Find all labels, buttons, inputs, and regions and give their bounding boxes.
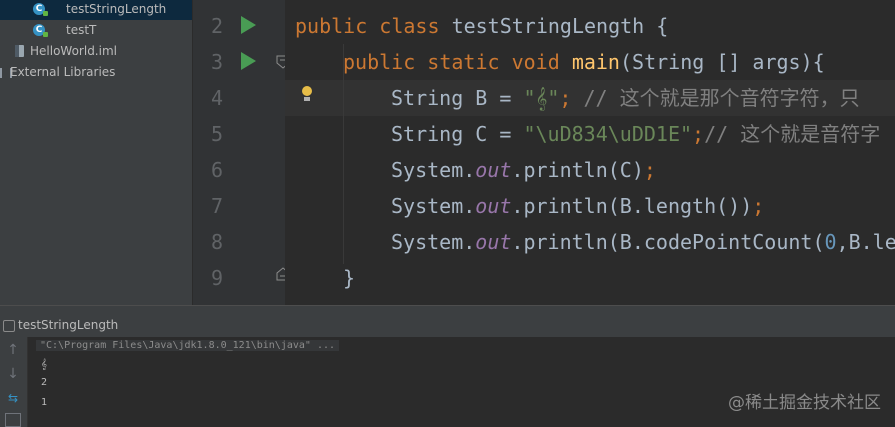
declaration: String C = [391,122,524,146]
code-line-4: String B = "𝄞"; // 这个就是那个音符字符，只 [391,80,860,116]
class-name: testStringLength [451,14,645,38]
arrow-down-icon[interactable]: ↓ [4,365,22,383]
tree-item-helloworld-iml[interactable]: HelloWorld.iml [0,41,192,62]
intention-bulb-icon[interactable] [302,86,312,101]
run-tab-label[interactable]: testStringLength [18,318,118,332]
run-config-icon [3,320,15,332]
editor-gutter: 2 3 4 5 6 7 8 9 10 [192,0,290,326]
brace: } [343,266,356,290]
code-text: ,B.le [836,230,895,254]
run-class-icon[interactable] [241,16,256,34]
declaration: String B = [391,86,524,110]
tree-item-external-libraries[interactable]: External Libraries [0,62,192,83]
watermark: @稀土掘金技术社区 [728,393,881,413]
console-output-line: 𝄞 [41,359,47,370]
line-number: 6 [210,158,223,182]
params: (String [] args){ [619,50,825,74]
run-tool-window-header: testStringLength [0,305,895,338]
code-line-7: System.out.println(B.length()); [391,188,764,224]
semicolon: ; [752,194,765,218]
keyword: static [427,50,500,74]
code-line-3: public static void main(String [] args){ [343,44,825,80]
line-number: 2 [210,14,223,38]
comment: // 这个就是那个音符字符，只 [571,86,860,110]
runnable-badge-icon [43,32,48,37]
arrow-up-icon[interactable]: ↑ [4,341,22,359]
runnable-badge-icon [43,11,48,16]
brace: { [656,14,669,38]
run-main-icon[interactable] [241,52,256,70]
keyword: class [379,14,440,38]
static-field: out [475,158,512,182]
code-line-6: System.out.println(C); [391,152,656,188]
comment: // 这个就是音符字 [704,122,881,146]
line-number: 9 [210,266,223,290]
code-text: System. [391,158,476,182]
keyword: void [511,50,560,74]
method-name: main [571,50,620,74]
soft-wrap-icon[interactable]: ⇆ [4,389,22,407]
project-tree-panel: C testStringLength C testT HelloWorld.im… [0,0,192,305]
run-toolbar: ↑ ↓ ⇆ [0,337,28,427]
string-literal: "𝄞" [523,86,560,110]
tree-item-label: External Libraries [10,65,116,79]
tree-item-label: testStringLength [66,2,167,16]
scroll-to-end-icon[interactable] [5,413,21,427]
number-literal: 0 [824,230,837,254]
code-text: System. [391,230,476,254]
line-number: 8 [210,230,223,254]
run-console[interactable]: "C:\Program Files\Java\jdk1.8.0_121\bin\… [28,337,895,427]
code-line-10: } [295,296,307,305]
console-command-line: "C:\Program Files\Java\jdk1.8.0_121\bin\… [36,340,340,351]
console-output-line: 1 [41,397,48,408]
tree-item-label: testT [66,23,97,37]
tree-item-label: HelloWorld.iml [30,44,117,58]
code-line-5: String C = "\uD834\uDD1E";// 这个就是音符字 [391,116,880,152]
semicolon: ; [692,122,705,146]
code-line-2: public class testStringLength { [295,8,668,44]
code-text: System. [391,194,476,218]
semicolon: ; [643,158,656,182]
code-text: .println(C) [511,158,644,182]
line-number: 7 [210,194,223,218]
tree-item-teststringlength[interactable]: C testStringLength [0,0,192,20]
line-number: 5 [210,122,223,146]
console-output-line: 2 [41,377,48,388]
line-number: 4 [210,86,223,110]
tree-item-testt[interactable]: C testT [0,20,192,41]
semicolon: ; [559,86,572,110]
line-number: 3 [210,50,223,74]
keyword: public [295,14,368,38]
static-field: out [475,194,512,218]
code-line-8: System.out.println(B.codePointCount(0,B.… [391,224,895,260]
code-editor[interactable]: public class testStringLength { public s… [285,0,895,305]
code-text: .println(B.length()) [511,194,753,218]
static-field: out [475,230,512,254]
code-text: .println(B.codePointCount( [511,230,825,254]
module-file-icon [15,45,24,57]
code-line-9: } [343,260,355,296]
keyword: public [343,50,416,74]
string-literal: "\uD834\uDD1E" [523,122,693,146]
